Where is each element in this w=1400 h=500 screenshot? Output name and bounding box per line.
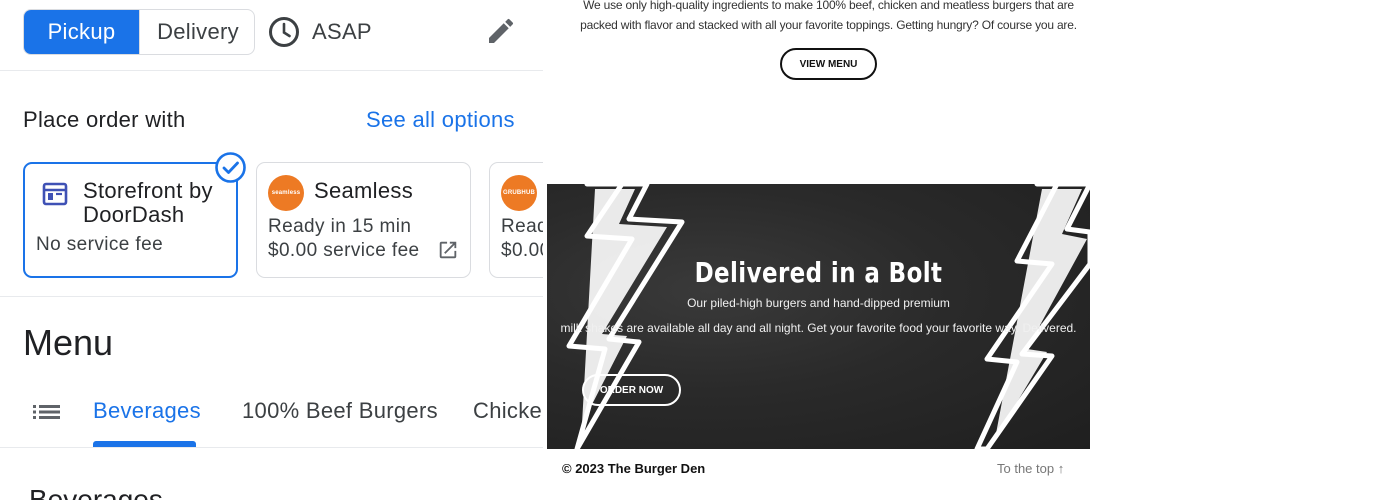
divider — [0, 296, 543, 297]
provider-card-seamless[interactable]: seamless Seamless Ready in 15 min $0.00 … — [256, 162, 471, 278]
storefront-icon — [42, 182, 68, 206]
category-list-icon[interactable] — [32, 398, 62, 426]
intro-line: We use only high-quality ingredients to … — [583, 0, 1074, 12]
banner-text: Our piled-high burgers and hand-dipped p… — [687, 296, 950, 310]
provider-card-grubhub[interactable]: GRUBHUB Ready $0.00 — [489, 162, 543, 278]
selected-check-icon — [215, 152, 246, 183]
restaurant-page: We use only high-quality ingredients to … — [547, 0, 1090, 500]
provider-name: Seamless — [314, 178, 413, 203]
edit-icon[interactable] — [485, 15, 517, 47]
banner-text: milk shakes are available all day and al… — [560, 321, 1077, 335]
seamless-logo: seamless — [268, 175, 304, 211]
fulfillment-toggle: Pickup Delivery — [23, 9, 255, 55]
time-label: ASAP — [312, 19, 372, 44]
copyright-text: © 2023 The Burger Den — [562, 461, 706, 476]
delivery-button[interactable]: Delivery — [139, 10, 254, 54]
delivery-banner: Delivered in a Bolt Our piled-high burge… — [547, 184, 1090, 449]
menu-title: Menu — [23, 322, 114, 363]
order-panel: Pickup Delivery ASAP Place order with Se… — [0, 0, 543, 500]
divider — [0, 70, 543, 71]
place-order-label: Place order with — [23, 107, 186, 132]
back-to-top-link[interactable]: To the top ↑ — [997, 461, 1064, 476]
see-all-options-link[interactable]: See all options — [366, 107, 515, 133]
seamless-logo-text: seamless — [271, 190, 301, 196]
intro-text: We use only high-quality ingredients to … — [547, 0, 1110, 35]
provider-fee: $0.00 service fee — [268, 240, 420, 261]
provider-card-storefront[interactable]: Storefront by DoorDash No service fee — [23, 162, 238, 278]
provider-name: Storefront by DoorDash — [83, 178, 213, 227]
grubhub-logo-text: GRUBHUB — [502, 190, 536, 196]
pickup-button[interactable]: Pickup — [24, 10, 139, 54]
lightning-bolt-icon — [566, 184, 1090, 449]
intro-line: packed with flavor and stacked with all … — [580, 17, 1077, 32]
section-heading: Beverages — [29, 484, 163, 500]
time-selector[interactable]: ASAP — [268, 14, 372, 50]
order-now-button[interactable]: ORDER NOW — [582, 374, 681, 406]
provider-fee: No service fee — [36, 234, 164, 255]
clock-icon — [269, 17, 299, 47]
provider-ready-time: Ready — [501, 216, 543, 237]
tab-chicken[interactable]: Chicken — [473, 398, 543, 424]
divider — [0, 447, 543, 448]
provider-fee: $0.00 — [501, 240, 543, 261]
tab-beverages[interactable]: Beverages — [93, 398, 201, 424]
provider-ready-time: Ready in 15 min — [268, 216, 412, 237]
view-menu-button[interactable]: VIEW MENU — [780, 48, 877, 80]
banner-title: Delivered in a Bolt — [694, 256, 943, 289]
grubhub-logo: GRUBHUB — [501, 175, 537, 211]
tab-beef-burgers[interactable]: 100% Beef Burgers — [242, 398, 438, 424]
external-link-icon — [439, 241, 457, 259]
